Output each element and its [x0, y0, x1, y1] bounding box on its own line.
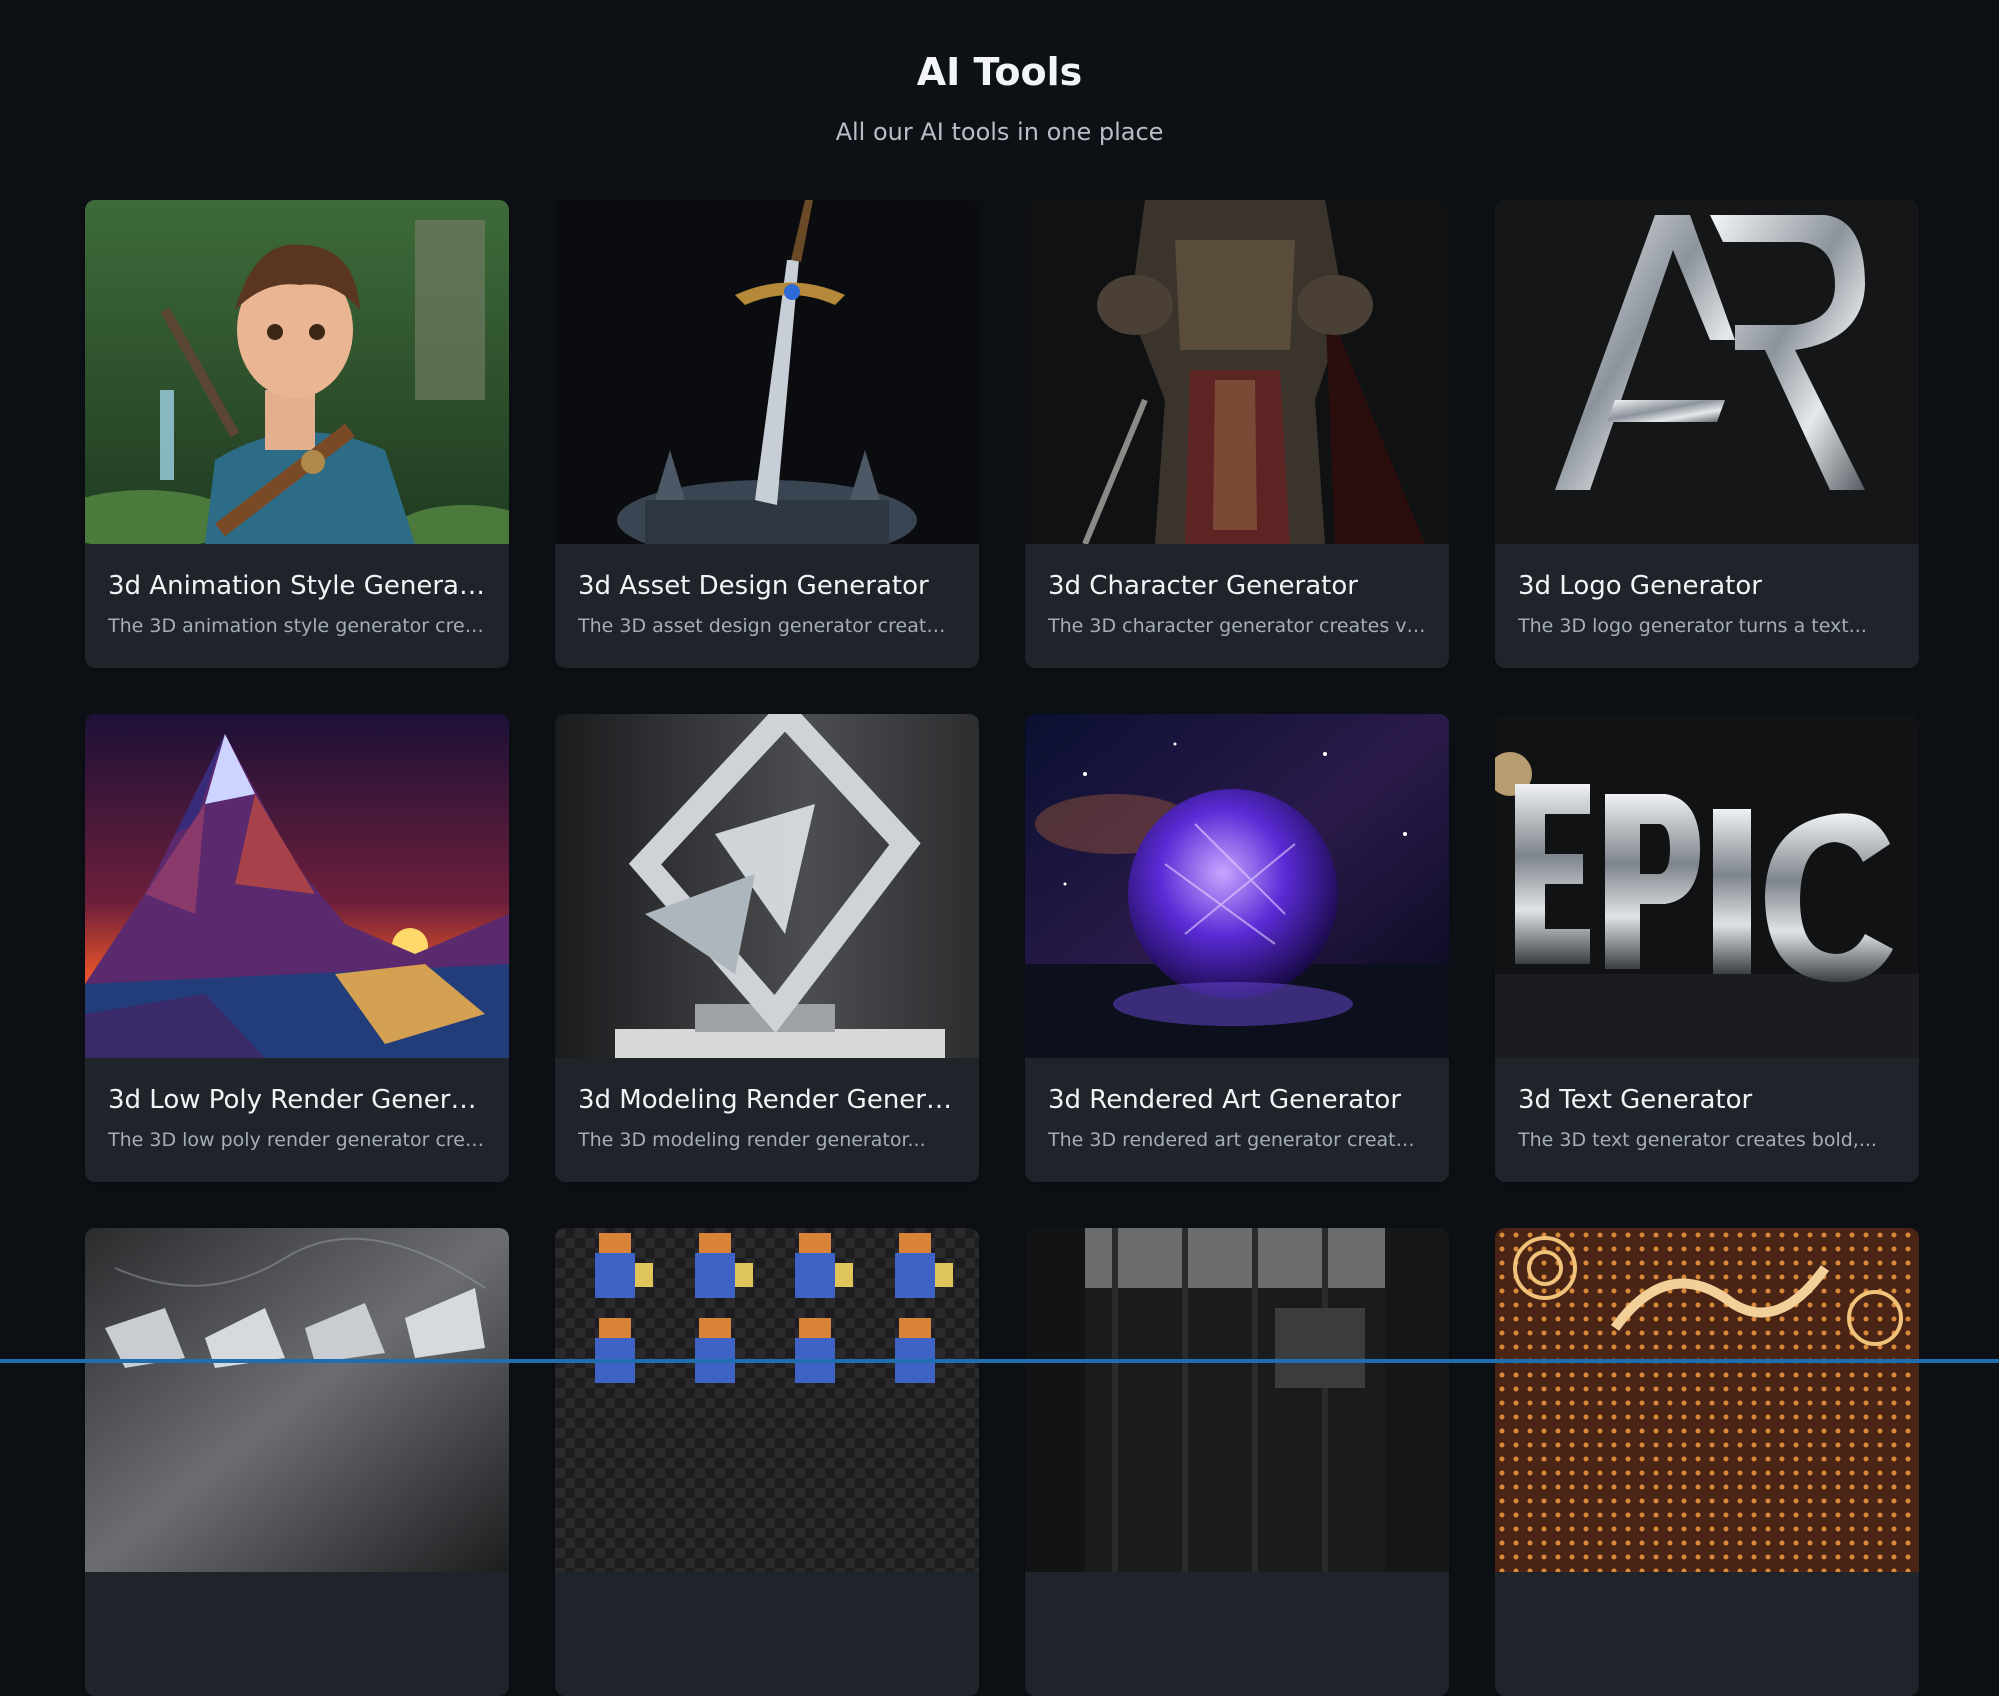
tool-card-partial-4[interactable] [1495, 1228, 1919, 1696]
tools-grid: 3d Animation Style Generator The 3D anim… [85, 200, 1920, 1696]
tool-title[interactable]: 3d Rendered Art Generator [1048, 1084, 1426, 1116]
tool-title[interactable]: 3d Asset Design Generator [578, 570, 956, 602]
tool-thumbnail[interactable] [1495, 714, 1919, 1058]
tool-description: The 3D modeling render generator... [578, 1129, 926, 1151]
tool-card-partial-3[interactable] [1025, 1228, 1449, 1696]
tool-card-body [1025, 1572, 1449, 1610]
tool-thumbnail[interactable] [85, 714, 509, 1058]
tool-card-3d-low-poly-render[interactable]: 3d Low Poly Render Generator The 3D low … [85, 714, 509, 1182]
tool-thumbnail[interactable] [1495, 200, 1919, 544]
tool-description: The 3D low poly render generator creat..… [108, 1129, 486, 1151]
tool-card-3d-asset-design[interactable]: 3d Asset Design Generator The 3D asset d… [555, 200, 979, 668]
tool-card-body [1495, 1572, 1919, 1610]
tool-title[interactable]: 3d Low Poly Render Generator [108, 1084, 486, 1116]
tool-thumbnail[interactable] [85, 200, 509, 544]
tool-thumbnail[interactable] [1025, 1228, 1449, 1572]
tool-card-3d-character[interactable]: 3d Character Generator The 3D character … [1025, 200, 1449, 668]
tool-title[interactable]: 3d Character Generator [1048, 570, 1426, 602]
tool-card-body: 3d Character Generator The 3D character … [1025, 544, 1449, 638]
page-title: AI Tools [916, 50, 1083, 94]
tool-thumbnail[interactable] [555, 1228, 979, 1572]
tool-card-3d-rendered-art[interactable]: 3d Rendered Art Generator The 3D rendere… [1025, 714, 1449, 1182]
tool-description: The 3D text generator creates bold,... [1518, 1129, 1877, 1151]
tool-thumbnail[interactable] [555, 714, 979, 1058]
tool-card-3d-animation-style[interactable]: 3d Animation Style Generator The 3D anim… [85, 200, 509, 668]
tool-thumbnail[interactable] [555, 200, 979, 544]
tool-card-body: 3d Animation Style Generator The 3D anim… [85, 544, 509, 638]
tool-thumbnail[interactable] [1025, 200, 1449, 544]
tool-description: The 3D rendered art generator creates... [1048, 1129, 1426, 1151]
tool-card-body: 3d Logo Generator The 3D logo generator … [1495, 544, 1919, 638]
tool-card-3d-text[interactable]: 3d Text Generator The 3D text generator … [1495, 714, 1919, 1182]
tool-card-body: 3d Text Generator The 3D text generator … [1495, 1058, 1919, 1152]
page-header: AI Tools All our AI tools in one place [0, 0, 1999, 148]
tool-title[interactable]: 3d Logo Generator [1518, 570, 1896, 602]
tool-thumbnail[interactable] [1495, 1228, 1919, 1572]
tool-description: The 3D character generator creates vivid… [1048, 615, 1426, 637]
tool-description: The 3D logo generator turns a text... [1518, 615, 1867, 637]
tool-thumbnail[interactable] [1025, 714, 1449, 1058]
tool-description: The 3D animation style generator create.… [108, 615, 486, 637]
tool-card-partial-1[interactable] [85, 1228, 509, 1696]
tool-card-body: 3d Modeling Render Generator The 3D mode… [555, 1058, 979, 1152]
tool-card-body: 3d Rendered Art Generator The 3D rendere… [1025, 1058, 1449, 1152]
tool-card-3d-modeling-render[interactable]: 3d Modeling Render Generator The 3D mode… [555, 714, 979, 1182]
tool-title[interactable]: 3d Modeling Render Generator [578, 1084, 956, 1116]
bottom-accent-bar [0, 1359, 1999, 1363]
tool-title[interactable]: 3d Text Generator [1518, 1084, 1896, 1116]
page-subtitle: All our AI tools in one place [835, 118, 1164, 146]
tool-thumbnail[interactable] [85, 1228, 509, 1572]
tool-card-body [85, 1572, 509, 1610]
tool-title[interactable]: 3d Animation Style Generator [108, 570, 486, 602]
tool-description: The 3D asset design generator creates... [578, 615, 956, 637]
tool-card-3d-logo[interactable]: 3d Logo Generator The 3D logo generator … [1495, 200, 1919, 668]
tool-card-partial-2[interactable] [555, 1228, 979, 1696]
tool-card-body [555, 1572, 979, 1610]
tool-card-body: 3d Asset Design Generator The 3D asset d… [555, 544, 979, 638]
tool-card-body: 3d Low Poly Render Generator The 3D low … [85, 1058, 509, 1152]
